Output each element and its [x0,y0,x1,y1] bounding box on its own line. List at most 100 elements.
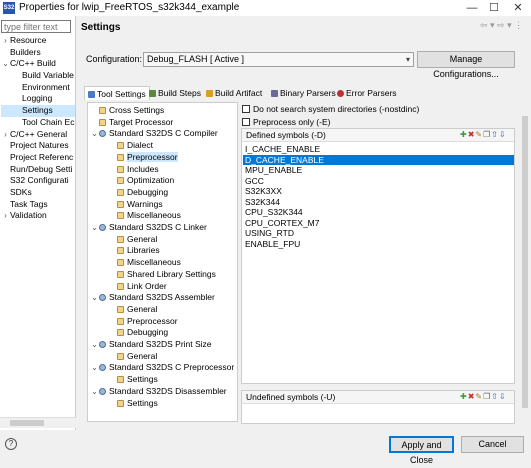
manage-configurations-button[interactable]: Manage Configurations... [417,51,515,79]
nav-item[interactable]: › C/C++ General [1,129,75,141]
nav-item[interactable]: Run/Debug Setti [1,164,75,176]
tree-item[interactable]: Cross Settings [88,105,164,117]
tree-item[interactable]: Libraries [88,245,160,257]
preprocess-only-option[interactable]: Preprocess only (-E) [242,117,330,128]
tree-item[interactable]: Debugging [88,327,168,339]
no-system-dirs-option[interactable]: Do not search system directories (-nostd… [242,104,419,115]
nav-item[interactable]: › Resource [1,35,75,47]
nav-item[interactable]: S32 Configurati [1,175,75,187]
tree-item[interactable]: General [88,234,157,246]
symbol-row[interactable]: CPU_CORTEX_M7 [243,218,514,229]
add-symbol-icon[interactable]: ✚ [460,392,468,401]
build-steps-icon [149,90,156,97]
tab-binary-parsers[interactable]: Binary Parsers [268,86,339,100]
chevron-down-icon[interactable]: ⌄ [90,339,99,351]
tab-error-parsers[interactable]: Error Parsers [334,86,400,100]
left-nav-scrollbar[interactable] [0,417,76,428]
symbol-row[interactable]: D_CACHE_ENABLE [243,154,514,165]
chevron-right-icon[interactable]: › [1,129,10,141]
nav-item[interactable]: Build Variable [1,70,75,82]
apply-and-close-button[interactable]: Apply and Close [389,436,454,465]
tree-item[interactable]: Miscellaneous [88,257,181,269]
edit-symbol-icon[interactable]: ✎ [475,130,483,139]
move-down-icon[interactable]: ⇩ [499,392,507,401]
tree-item[interactable]: Miscellaneous [88,210,181,222]
filter-input[interactable] [1,20,71,33]
tree-item[interactable]: Target Processor [88,117,173,129]
tree-item[interactable]: Optimization [88,175,174,187]
preprocess-only-checkbox[interactable] [242,118,250,126]
tree-item[interactable]: Warnings [88,199,163,211]
chevron-right-icon[interactable]: › [1,35,10,47]
nav-item[interactable]: SDKs [1,187,75,199]
tree-item[interactable]: Debugging [88,187,168,199]
cancel-button[interactable]: Cancel [461,436,524,453]
tree-item[interactable]: ⌄ Standard S32DS C Compiler [88,128,218,140]
tree-item[interactable]: General [88,304,157,316]
symbol-row[interactable]: MPU_ENABLE [243,165,514,176]
chevron-down-icon[interactable]: ⌄ [1,58,10,70]
tree-item[interactable]: Dialect [88,140,153,152]
nav-item[interactable]: › Validation [1,210,75,222]
symbol-row[interactable]: CPU_S32K344 [243,207,514,218]
nav-item[interactable]: Task Tags [1,199,75,211]
close-button[interactable]: ✕ [509,0,527,16]
settings-page-icon [117,305,124,313]
tree-item[interactable]: ⌄ Standard S32DS Print Size [88,339,211,351]
tree-item[interactable]: Includes [88,164,159,176]
tree-item[interactable]: Preprocessor [88,316,178,328]
chevron-down-icon[interactable]: ⌄ [90,128,99,140]
symbol-row[interactable]: ENABLE_FPU [243,239,514,250]
symbol-row[interactable]: GCC [243,176,514,187]
tree-item[interactable]: Shared Library Settings [88,269,216,281]
nav-item[interactable]: Project Natures [1,140,75,152]
symbol-row[interactable]: S32K344 [243,197,514,208]
chevron-down-icon[interactable]: ⌄ [90,222,99,234]
history-nav-icon[interactable]: ⇦ ▾ ⇨ ▾ ⋮ [480,20,523,31]
minimize-button[interactable]: — [463,0,481,16]
tab-label: Binary Parsers [280,88,336,98]
tree-item[interactable]: Settings [88,374,158,386]
move-down-icon[interactable]: ⇩ [499,130,507,139]
symbol-row[interactable]: USING_RTD [243,228,514,239]
maximize-button[interactable]: ☐ [485,0,503,16]
move-up-icon[interactable]: ⇧ [491,392,499,401]
chevron-down-icon[interactable]: ⌄ [90,362,99,374]
nav-item[interactable]: Logging [1,93,75,105]
nav-item[interactable]: Settings [1,105,75,117]
settings-scrollbar[interactable] [520,108,530,424]
tree-item[interactable]: ⌄ Standard S32DS Assembler [88,292,215,304]
tree-item[interactable]: Preprocessor [88,151,178,164]
chevron-down-icon[interactable]: ⌄ [90,386,99,398]
chevron-right-icon[interactable]: › [1,210,10,222]
tree-item[interactable]: Link Order [88,281,167,293]
nav-item[interactable]: Tool Chain Ec [1,117,75,129]
help-icon[interactable]: ? [5,438,17,450]
tree-item[interactable]: ⌄ Standard S32DS Disassembler [88,386,227,398]
tree-item[interactable]: General [88,351,157,363]
tab-build-steps[interactable]: Build Steps [146,86,204,100]
nav-item[interactable]: ⌄C/C++ Build [1,58,75,70]
chevron-down-icon[interactable]: ⌄ [90,292,99,304]
edit-symbol-icon[interactable]: ✎ [475,392,483,401]
symbol-row[interactable]: S32K3XX [243,186,514,197]
symbol-row[interactable]: I_CACHE_ENABLE [243,144,514,155]
tab-build-artifact[interactable]: Build Artifact [203,86,265,100]
window-title: Properties for lwip_FreeRTOS_s32k344_exa… [19,2,240,13]
tool-group-icon [99,341,106,348]
nav-item[interactable]: Project Referenc [1,152,75,164]
tree-item[interactable]: ⌄ Standard S32DS C Linker [88,222,207,234]
tab-tool-settings[interactable]: Tool Settings [84,86,150,100]
scrollbar-thumb[interactable] [522,116,528,408]
nav-item[interactable]: Environment [1,82,75,94]
nav-item-label: Environment [22,81,70,92]
add-symbol-icon[interactable]: ✚ [460,130,468,139]
move-up-icon[interactable]: ⇧ [491,130,499,139]
tree-item[interactable]: Settings [88,398,158,410]
scrollbar-thumb[interactable] [10,420,44,426]
tree-item[interactable]: ⌄ Standard S32DS C Preprocessor [88,362,234,374]
no-system-dirs-checkbox[interactable] [242,105,250,113]
settings-page-icon [117,142,124,150]
configuration-select[interactable]: Debug_FLASH [ Active ] ▾ [143,52,414,67]
nav-item[interactable]: Builders [1,47,75,59]
